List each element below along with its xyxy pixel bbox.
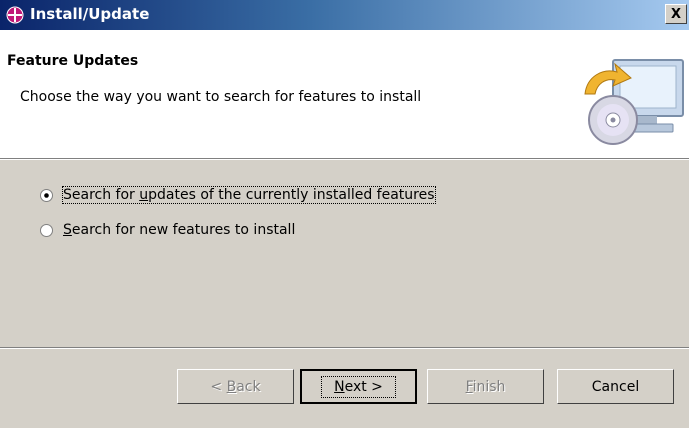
finish-button-label: Finish bbox=[465, 378, 506, 395]
install-monitor-cd-icon bbox=[584, 59, 684, 145]
next-button[interactable]: Next > bbox=[300, 369, 417, 404]
next-button-label: Next > bbox=[321, 375, 396, 398]
cancel-button[interactable]: Cancel bbox=[557, 369, 674, 404]
wizard-banner: Feature Updates Choose the way you want … bbox=[0, 30, 689, 159]
radio-unselected-icon[interactable] bbox=[40, 223, 53, 237]
radio-search-updates-label[interactable]: Search for updates of the currently inst… bbox=[62, 186, 436, 204]
close-icon: X bbox=[670, 6, 682, 22]
page-title: Feature Updates bbox=[7, 53, 139, 69]
cancel-button-label: Cancel bbox=[591, 378, 640, 395]
back-button-label: < Back bbox=[210, 378, 261, 395]
title-bar[interactable]: Install/Update X bbox=[0, 0, 689, 30]
finish-button[interactable]: Finish bbox=[427, 369, 544, 404]
back-button[interactable]: < Back bbox=[177, 369, 294, 404]
footer-separator-highlight bbox=[0, 348, 689, 349]
radio-search-new-features[interactable]: Search for new features to install bbox=[40, 222, 295, 238]
page-description: Choose the way you want to search for fe… bbox=[20, 89, 422, 105]
radio-search-updates[interactable]: Search for updates of the currently inst… bbox=[40, 186, 436, 204]
banner-separator bbox=[0, 159, 689, 160]
install-update-icon bbox=[6, 6, 24, 24]
radio-selected-icon[interactable] bbox=[40, 188, 53, 202]
window-title: Install/Update bbox=[30, 5, 150, 23]
close-button[interactable]: X bbox=[665, 4, 687, 24]
radio-search-new-features-label[interactable]: Search for new features to install bbox=[63, 222, 295, 238]
